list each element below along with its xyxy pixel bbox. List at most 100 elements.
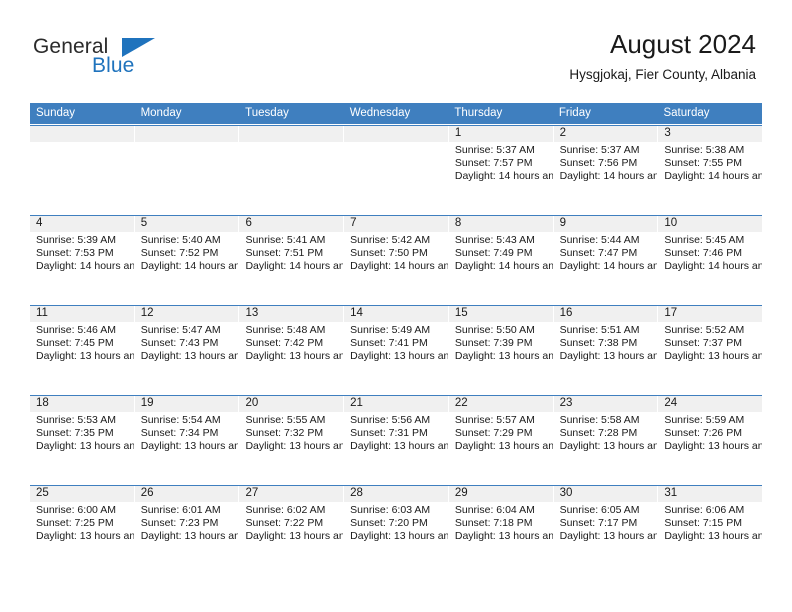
sunset-text: Sunset: 7:41 PM	[350, 337, 428, 350]
sunrise-text: Sunrise: 6:02 AM	[245, 504, 326, 516]
day-number: 12	[134, 306, 239, 322]
sunset-text: Sunset: 7:26 PM	[664, 427, 742, 440]
calendar-page: General Blue August 2024 Hysgjokaj, Fier…	[0, 0, 792, 612]
day-number: 17	[658, 306, 763, 322]
day-number: 19	[134, 396, 239, 412]
weekday-header-row: Sunday Monday Tuesday Wednesday Thursday Frid…	[30, 103, 762, 124]
calendar-day-cell[interactable]: 9 Sunrise: 5:44 AM Sunset: 7:47 PM Daylight…	[553, 216, 658, 304]
day-number: 30	[553, 486, 658, 502]
calendar-day-cell[interactable]: 4 Sunrise: 5:39 AM Sunset: 7:53 PM Daylight…	[30, 216, 134, 304]
sunset-text: Sunset: 7:55 PM	[664, 157, 742, 170]
daylight-text: Daylight: 13 hours and 36 minutes.	[245, 440, 344, 453]
sunrise-text: Sunrise: 5:53 AM	[36, 414, 116, 426]
sunrise-text: Sunrise: 5:42 AM	[350, 234, 431, 246]
calendar-day-cell[interactable]: 8 Sunrise: 5:43 AM Sunset: 7:49 PM Daylight…	[448, 216, 553, 304]
calendar-day-cell[interactable]: 24 Sunrise: 5:59 AM Sunset: 7:26 PM Dayligh…	[658, 396, 763, 484]
day-number: 13	[239, 306, 344, 322]
calendar-day-cell[interactable]: 16 Sunrise: 5:51 AM Sunset: 7:38 PM Dayligh…	[553, 306, 658, 394]
calendar-day-cell[interactable]: 19 Sunrise: 5:54 AM Sunset: 7:34 PM Dayligh…	[134, 396, 239, 484]
calendar-day-cell[interactable]: 26 Sunrise: 6:01 AM Sunset: 7:23 PM Dayligh…	[134, 486, 239, 574]
weekday-header-friday: Friday	[558, 107, 591, 119]
calendar-day-cell[interactable]: 12 Sunrise: 5:47 AM Sunset: 7:43 PM Dayligh…	[134, 306, 239, 394]
sunrise-text: Sunrise: 5:55 AM	[245, 414, 326, 426]
daylight-text: Daylight: 14 hours and 9 minutes.	[245, 260, 344, 273]
day-sun-info: Sunrise: 5:46 AM Sunset: 7:45 PM Daylight:…	[30, 322, 134, 364]
sunrise-text: Sunrise: 5:49 AM	[350, 324, 431, 336]
calendar-day-cell[interactable]: 28 Sunrise: 6:03 AM Sunset: 7:20 PM Dayligh…	[344, 486, 448, 574]
sunrise-text: Sunrise: 5:48 AM	[245, 324, 326, 336]
calendar-day-cell[interactable]: 2 Sunrise: 5:37 AM Sunset: 7:56 PM Daylight…	[553, 126, 658, 214]
daylight-text: Daylight: 14 hours and 7 minutes.	[350, 260, 448, 273]
weekday-header-monday: Monday	[140, 107, 182, 119]
calendar-day-cell[interactable]: 23 Sunrise: 5:58 AM Sunset: 7:28 PM Dayligh…	[553, 396, 658, 484]
daylight-text: Daylight: 14 hours and 5 minutes.	[454, 260, 553, 273]
general-blue-logo[interactable]: General Blue	[33, 36, 155, 76]
daylight-text: Daylight: 14 hours and 3 minutes.	[559, 260, 658, 273]
day-sun-info: Sunrise: 5:50 AM Sunset: 7:39 PM Daylight:…	[449, 322, 553, 364]
day-number	[134, 126, 239, 142]
sunset-text: Sunset: 7:49 PM	[454, 247, 533, 260]
sunset-text: Sunset: 7:29 PM	[454, 427, 533, 440]
daylight-text: Daylight: 14 hours and 20 minutes.	[454, 170, 553, 183]
day-sun-info: Sunrise: 5:57 AM Sunset: 7:29 PM Daylight:…	[449, 412, 553, 454]
day-sun-info: Sunrise: 5:56 AM Sunset: 7:31 PM Daylight:…	[344, 412, 448, 454]
calendar-day-cell[interactable]: 25 Sunrise: 6:00 AM Sunset: 7:25 PM Dayligh…	[30, 486, 134, 574]
daylight-text: Daylight: 13 hours and 58 minutes.	[36, 350, 134, 363]
day-number: 20	[239, 396, 344, 412]
sunrise-text: Sunrise: 5:37 AM	[454, 144, 535, 156]
calendar-day-cell[interactable]: 15 Sunrise: 5:50 AM Sunset: 7:39 PM Dayligh…	[448, 306, 553, 394]
calendar-day-cell-empty	[344, 126, 448, 214]
sunrise-text: Sunrise: 5:46 AM	[36, 324, 116, 336]
calendar-day-cell[interactable]: 30 Sunrise: 6:05 AM Sunset: 7:17 PM Dayligh…	[553, 486, 658, 574]
day-number	[344, 126, 448, 142]
day-number: 11	[30, 306, 134, 322]
sunset-text: Sunset: 7:34 PM	[140, 427, 219, 440]
calendar-day-cell[interactable]: 11 Sunrise: 5:46 AM Sunset: 7:45 PM Dayligh…	[30, 306, 134, 394]
calendar-week-row: 1 Sunrise: 5:37 AM Sunset: 7:57 PM Daylight…	[30, 125, 763, 214]
calendar-day-cell[interactable]: 1 Sunrise: 5:37 AM Sunset: 7:57 PM Daylight…	[448, 126, 553, 214]
sunset-text: Sunset: 7:56 PM	[559, 157, 638, 170]
calendar-day-cell[interactable]: 13 Sunrise: 5:48 AM Sunset: 7:42 PM Dayligh…	[239, 306, 344, 394]
day-number	[239, 126, 344, 142]
daylight-text: Daylight: 13 hours and 34 minutes.	[350, 440, 448, 453]
day-number: 7	[344, 216, 448, 232]
day-sun-info: Sunrise: 5:55 AM Sunset: 7:32 PM Daylight:…	[239, 412, 343, 454]
day-sun-info: Sunrise: 5:40 AM Sunset: 7:52 PM Daylight:…	[135, 232, 239, 274]
calendar-day-cell[interactable]: 21 Sunrise: 5:56 AM Sunset: 7:31 PM Dayligh…	[344, 396, 448, 484]
sunset-text: Sunset: 7:51 PM	[245, 247, 324, 260]
calendar-day-cell[interactable]: 22 Sunrise: 5:57 AM Sunset: 7:29 PM Dayligh…	[448, 396, 553, 484]
sunset-text: Sunset: 7:52 PM	[140, 247, 219, 260]
sunset-text: Sunset: 7:31 PM	[350, 427, 428, 440]
calendar-week-row: 25 Sunrise: 6:00 AM Sunset: 7:25 PM Dayligh…	[30, 485, 763, 574]
day-sun-info: Sunrise: 5:58 AM Sunset: 7:28 PM Daylight:…	[554, 412, 658, 454]
calendar-day-cell[interactable]: 6 Sunrise: 5:41 AM Sunset: 7:51 PM Daylight…	[239, 216, 344, 304]
calendar-day-cell[interactable]: 7 Sunrise: 5:42 AM Sunset: 7:50 PM Daylight…	[344, 216, 448, 304]
day-sun-info: Sunrise: 5:45 AM Sunset: 7:46 PM Daylight:…	[658, 232, 762, 274]
day-sun-info: Sunrise: 5:52 AM Sunset: 7:37 PM Daylight:…	[658, 322, 762, 364]
calendar-day-cell[interactable]: 29 Sunrise: 6:04 AM Sunset: 7:18 PM Dayligh…	[448, 486, 553, 574]
sunset-text: Sunset: 7:45 PM	[36, 337, 114, 350]
sunset-text: Sunset: 7:47 PM	[559, 247, 638, 260]
calendar-day-cell[interactable]: 31 Sunrise: 6:06 AM Sunset: 7:15 PM Dayligh…	[658, 486, 763, 574]
sunset-text: Sunset: 7:43 PM	[140, 337, 219, 350]
sunrise-text: Sunrise: 5:50 AM	[454, 324, 535, 336]
sunset-text: Sunset: 7:25 PM	[36, 517, 114, 530]
sunrise-text: Sunrise: 5:47 AM	[140, 324, 221, 336]
calendar-day-cell[interactable]: 5 Sunrise: 5:40 AM Sunset: 7:52 PM Daylight…	[134, 216, 239, 304]
day-sun-info: Sunrise: 5:39 AM Sunset: 7:53 PM Daylight:…	[30, 232, 134, 274]
day-number: 16	[553, 306, 658, 322]
sunrise-text: Sunrise: 6:06 AM	[664, 504, 745, 516]
calendar-day-cell[interactable]: 27 Sunrise: 6:02 AM Sunset: 7:22 PM Dayligh…	[239, 486, 344, 574]
daylight-text: Daylight: 13 hours and 19 minutes.	[245, 530, 344, 543]
calendar-day-cell[interactable]: 17 Sunrise: 5:52 AM Sunset: 7:37 PM Dayligh…	[658, 306, 763, 394]
calendar-day-cell[interactable]: 3 Sunrise: 5:38 AM Sunset: 7:55 PM Daylight…	[658, 126, 763, 214]
day-number: 28	[344, 486, 448, 502]
sunset-text: Sunset: 7:23 PM	[140, 517, 219, 530]
calendar-day-cell[interactable]: 10 Sunrise: 5:45 AM Sunset: 7:46 PM Dayligh…	[658, 216, 763, 304]
calendar-weeks: 1 Sunrise: 5:37 AM Sunset: 7:57 PM Daylight…	[30, 125, 763, 574]
calendar-day-cell[interactable]: 14 Sunrise: 5:49 AM Sunset: 7:41 PM Dayligh…	[344, 306, 448, 394]
calendar-day-cell[interactable]: 18 Sunrise: 5:53 AM Sunset: 7:35 PM Dayligh…	[30, 396, 134, 484]
calendar-day-cell[interactable]: 20 Sunrise: 5:55 AM Sunset: 7:32 PM Dayligh…	[239, 396, 344, 484]
calendar-day-cell-empty	[30, 126, 134, 214]
daylight-text: Daylight: 14 hours and 16 minutes.	[664, 170, 763, 183]
